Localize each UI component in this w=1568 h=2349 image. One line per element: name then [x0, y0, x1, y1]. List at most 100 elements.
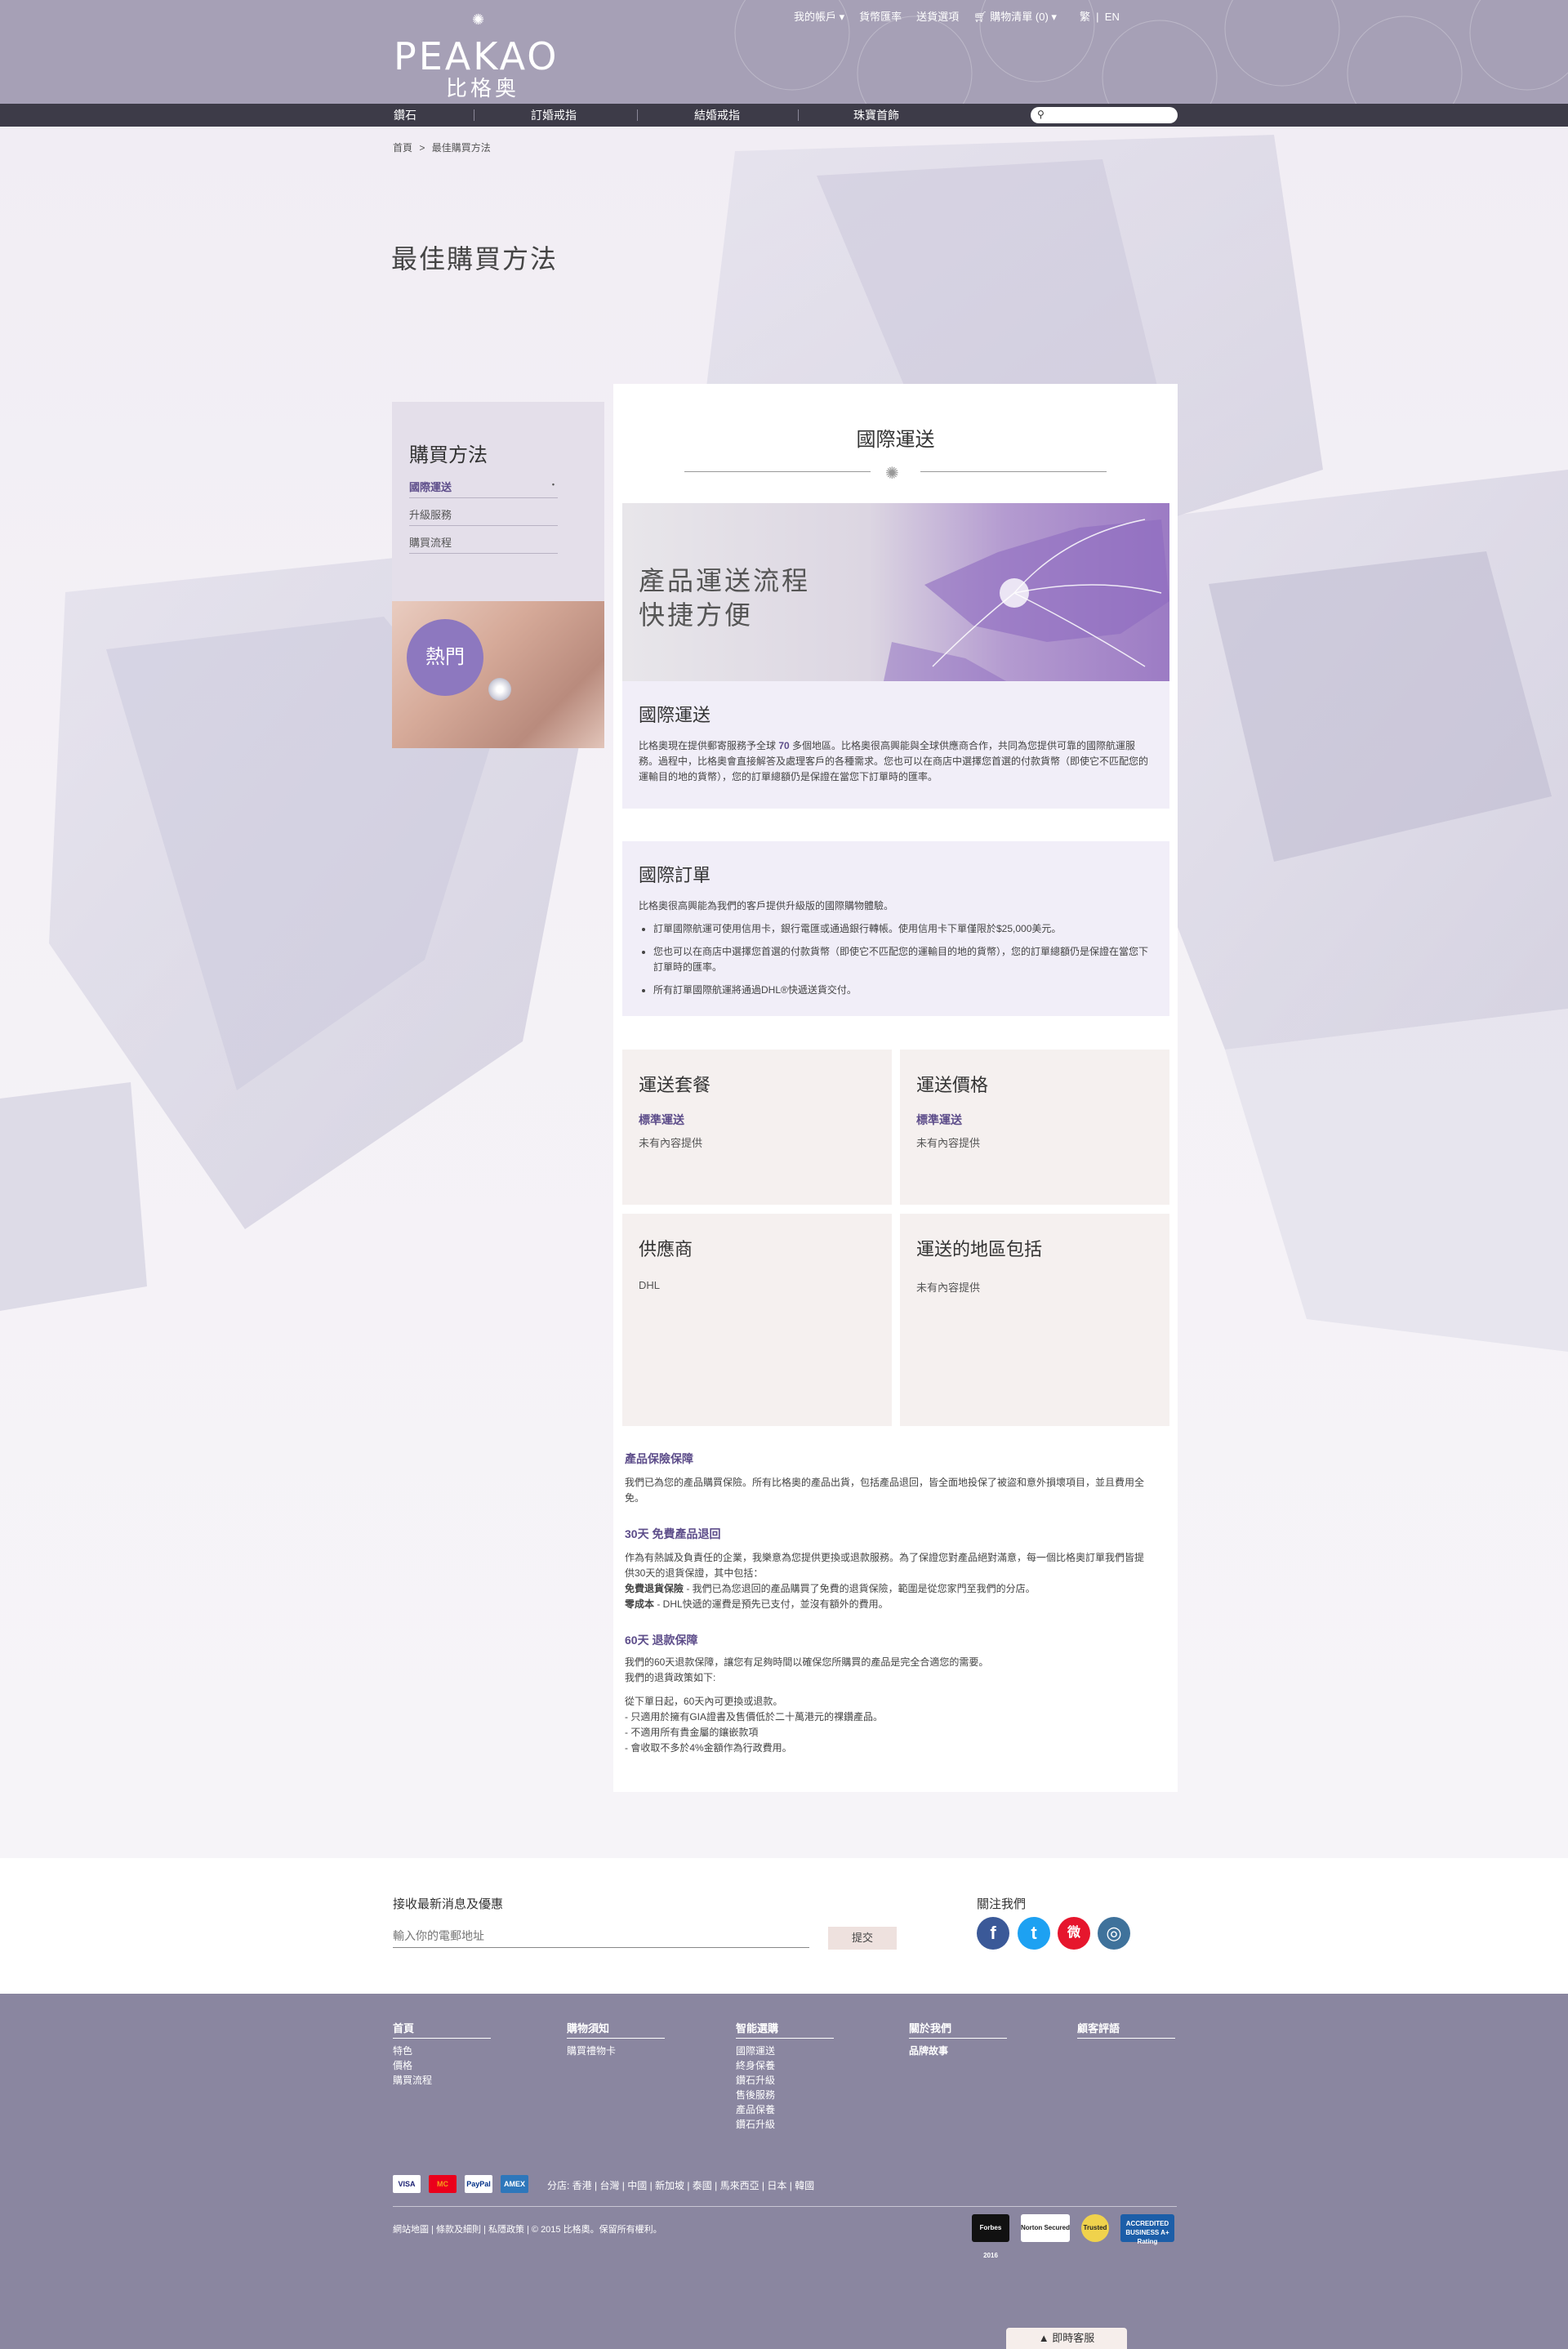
card-subtitle: 標準運送: [639, 1113, 684, 1126]
shipping-package-card: 運送套餐 標準運送 未有內容提供: [622, 1050, 892, 1205]
card-title: 國際運送: [639, 705, 711, 725]
footer-col-head[interactable]: 關於我們: [909, 2020, 1007, 2039]
search-icon[interactable]: ⚲: [1037, 109, 1045, 120]
ring-image: [488, 678, 511, 701]
list-item: 訂單國際航運可使用信用卡，銀行電匯或通過銀行轉帳。使用信用卡下單僅限於$25,0…: [653, 921, 1155, 937]
footer-col-head[interactable]: 顧客評語: [1077, 2020, 1175, 2039]
sidebar-item-label: 購買流程: [409, 537, 452, 549]
nav-jewelry[interactable]: 珠寶首飾: [853, 107, 899, 123]
hot-promo-image[interactable]: 熱門: [392, 601, 604, 748]
footer-link[interactable]: 特色: [393, 2044, 491, 2058]
footer-link[interactable]: 品牌故事: [909, 2044, 1007, 2058]
heading-rule-left: [684, 471, 871, 472]
footer-link[interactable]: 終身保養: [736, 2058, 834, 2073]
return30-title: 30天 免費產品退回: [625, 1527, 721, 1540]
return30-intro: 作為有熱誠及負責任的企業，我樂意為您提供更換或退款服務。為了保證您對產品絕對滿意…: [625, 1552, 1145, 1579]
list-item: 您也可以在商店中選擇您首選的付款貨幣（即使它不匹配您的運輸目的地的貨幣），您的訂…: [653, 944, 1155, 975]
footer-link[interactable]: 購買流程: [393, 2073, 491, 2088]
trusted-seal-icon: Trusted: [1081, 2214, 1109, 2242]
card-title: 運送的地區包括: [916, 1239, 1043, 1259]
breadcrumb-current: 最佳購買方法: [431, 142, 491, 154]
follow-label: 關注我們: [977, 1897, 1027, 1911]
footer-link[interactable]: 購買禮物卡: [567, 2044, 665, 2058]
banner-line-2: 快捷方便: [639, 600, 754, 630]
body-text: 比格奧現在提供郵寄服務予全球: [639, 740, 779, 751]
bold-label: 零成本: [625, 1598, 655, 1610]
shipping-banner: 產品運送流程 快捷方便: [622, 503, 1169, 681]
site-footer: 首頁 特色 價格 購買流程 購物須知 購買禮物卡 智能選購 國際運送 終身保養 …: [0, 1994, 1568, 2349]
sidebar-item-international-shipping[interactable]: 國際運送 •: [409, 470, 558, 498]
intl-shipping-card: 國際運送 比格奧現在提供郵寄服務予全球 70 多個地區。比格奧很高興能與全球供應…: [622, 681, 1169, 809]
card-text: 未有內容提供: [639, 1137, 703, 1149]
return30-line2: 免費退貨保險 - 我們已為您退回的產品購買了免費的退貨保險，範圍是從您家門至我們…: [625, 1581, 1147, 1597]
main-content: 國際運送 ✺ 產品運送流程 快捷方便 國際運送 比格奧現在提供郵寄服務予全球 7…: [613, 384, 1178, 1792]
footer-col-smart: 智能選購 國際運送 終身保養 鑽石升級 售後服務 產品保養 鑽石升級: [736, 2020, 834, 2132]
shipping-price-card: 運送價格 標準運送 未有內容提供: [900, 1050, 1169, 1205]
weibo-icon[interactable]: 微: [1058, 1917, 1090, 1950]
gem-ornament-icon: ✺: [885, 465, 899, 483]
cart-icon: 🛒︎: [973, 11, 991, 23]
footer-col-shopping: 購物須知 購買禮物卡: [567, 2020, 665, 2058]
footer-link[interactable]: 鑽石升級: [736, 2073, 834, 2088]
cart-label: 購物清單 (0) ▾: [990, 11, 1057, 23]
footer-link[interactable]: 售後服務: [736, 2088, 834, 2102]
nav-engagement-rings[interactable]: 訂婚戒指: [531, 107, 577, 123]
footer-col-about: 關於我們 品牌故事: [909, 2020, 1007, 2058]
return60-body: 我們的60天退款保障，讓您有足夠時間以確保您所購買的產品是完全合適您的需要。 我…: [625, 1655, 1147, 1756]
card-title: 國際訂單: [639, 865, 711, 885]
return30-line3: 零成本 - DHL快遞的運費是預先已支付，並沒有額外的費用。: [625, 1597, 1147, 1612]
account-menu[interactable]: 我的帳戶 ▾: [794, 8, 844, 25]
lang-zh[interactable]: 繁: [1080, 11, 1090, 23]
breadcrumb-sep: >: [419, 142, 425, 154]
intl-shipping-body: 比格奧現在提供郵寄服務予全球 70 多個地區。比格奧很高興能與全球供應商合作，共…: [639, 738, 1153, 785]
lang-en[interactable]: EN: [1105, 11, 1120, 23]
return60-title: 60天 退款保障: [625, 1634, 698, 1647]
countries-count: 70: [778, 740, 790, 751]
breadcrumb-home[interactable]: 首頁: [393, 142, 412, 154]
insurance-title: 產品保險保障: [625, 1452, 693, 1465]
banner-line-1: 產品運送流程: [639, 566, 811, 595]
cart-menu[interactable]: 🛒︎ 購物清單 (0) ▾: [973, 8, 1057, 25]
nav-diamonds[interactable]: 鑽石: [394, 107, 416, 123]
twitter-icon[interactable]: t: [1018, 1917, 1050, 1950]
card-text: DHL: [639, 1279, 661, 1291]
shipping-options-link[interactable]: 送貨選項: [916, 8, 959, 25]
policy-item: - 不適用所有貴金屬的鑲嵌款項: [625, 1727, 759, 1738]
footer-col-head[interactable]: 智能選購: [736, 2020, 834, 2039]
regions-card: 運送的地區包括 未有內容提供: [900, 1214, 1169, 1426]
currency-link[interactable]: 貨幣匯率: [859, 8, 902, 25]
sidebar-item-purchase-process[interactable]: 購買流程: [409, 526, 558, 554]
top-utility-bar: 我的帳戶 ▾ 貨幣匯率 送貨選項 🛒︎ 購物清單 (0) ▾ 繁 | EN: [794, 8, 1120, 25]
footer-link[interactable]: 價格: [393, 2058, 491, 2073]
sidebar: 購買方法 國際運送 • 升級服務 購買流程 熱門: [392, 402, 604, 748]
sidebar-item-label: 升級服務: [409, 509, 452, 521]
footer-link[interactable]: 鑽石升級: [736, 2117, 834, 2132]
intl-orders-intro: 比格奧很高興能為我們的客戶提供升級版的國際購物體驗。: [639, 900, 894, 912]
breadcrumb: 首頁 > 最佳購買方法: [393, 140, 491, 154]
instagram-icon[interactable]: ◎: [1098, 1917, 1130, 1950]
copyright[interactable]: 網站地圖 | 條款及細則 | 私隱政策 | © 2015 比格奧。保留所有權利。: [393, 2222, 662, 2235]
nav-divider: [637, 109, 638, 121]
footer-link[interactable]: 產品保養: [736, 2102, 834, 2117]
live-chat-button[interactable]: ▲ 即時客服: [1006, 2328, 1127, 2349]
policy-item: - 只適用於擁有GIA證書及售價低於二十萬港元的祼鑽產品。: [625, 1711, 884, 1723]
submit-button[interactable]: 提交: [828, 1927, 897, 1950]
body-text: - DHL快遞的運費是預先已支付，並沒有額外的費用。: [654, 1598, 889, 1610]
site-logo[interactable]: ✺ PEAKAO 比格奥: [394, 11, 565, 100]
footer-col-head[interactable]: 購物須知: [567, 2020, 665, 2039]
footer-col-head[interactable]: 首頁: [393, 2020, 491, 2039]
search-input[interactable]: ⚲: [1031, 107, 1178, 123]
amex-icon: AMEX: [501, 2175, 528, 2193]
footer-link[interactable]: 國際運送: [736, 2044, 834, 2058]
nav-divider: [798, 109, 799, 121]
facebook-icon[interactable]: f: [977, 1917, 1009, 1950]
paypal-icon: PayPal: [465, 2175, 492, 2193]
card-text: 未有內容提供: [916, 1137, 981, 1149]
branch-list[interactable]: 分店: 香港 | 台灣 | 中國 | 新加坡 | 泰國 | 馬來西亞 | 日本 …: [547, 2178, 814, 2192]
footer-col-home: 首頁 特色 價格 購買流程: [393, 2020, 491, 2088]
email-input[interactable]: [393, 1923, 809, 1948]
footer-divider: [393, 2206, 1177, 2207]
nav-wedding-rings[interactable]: 結婚戒指: [694, 107, 740, 123]
sidebar-item-upgrade-service[interactable]: 升級服務: [409, 498, 558, 526]
bold-label: 免費退貨保險: [625, 1583, 684, 1594]
